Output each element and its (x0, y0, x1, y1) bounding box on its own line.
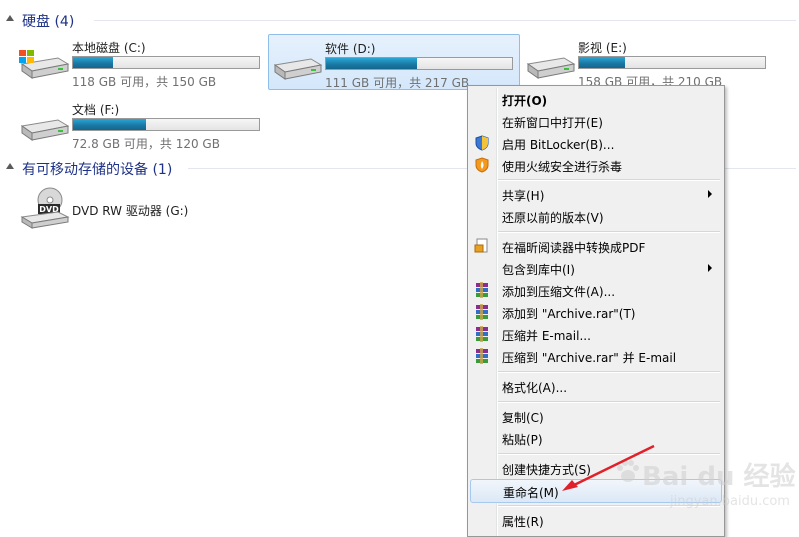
menu-item-open[interactable]: 打开(O) (470, 88, 720, 110)
collapse-triangle-icon[interactable] (6, 15, 14, 21)
watermark-url: jingyan.baidu.com (670, 494, 790, 509)
hard-drive-icon (273, 58, 323, 80)
drive-name: 影视 (E:) (578, 41, 627, 55)
menu-item-open-new-window[interactable]: 在新窗口中打开(E) (470, 110, 720, 132)
drive-f[interactable]: 文档 (F:) 72.8 GB 可用，共 120 GB (16, 96, 266, 151)
menu-item-label: 启用 BitLocker(B)... (502, 138, 615, 152)
group-title: 硬盘 (4) (22, 14, 75, 30)
menu-item-format[interactable]: 格式化(A)... (470, 375, 720, 397)
shield-icon (475, 135, 489, 151)
menu-item-compress-email[interactable]: 压缩并 E-mail... (470, 323, 720, 345)
group-title: 有可移动存储的设备 (1) (22, 162, 173, 178)
submenu-arrow-icon (708, 264, 712, 272)
menu-item-convert-pdf[interactable]: 在福昕阅读器中转换成PDF (470, 235, 720, 257)
menu-item-label: 压缩并 E-mail... (502, 329, 591, 343)
menu-item-label: 添加到压缩文件(A)... (502, 285, 616, 299)
menu-item-label: 还原以前的版本(V) (502, 211, 604, 225)
drive-g-dvd[interactable]: DVD DVD RW 驱动器 (G:) (16, 184, 266, 234)
menu-item-label: 复制(C) (502, 411, 544, 425)
winrar-icon (476, 282, 488, 298)
menu-item-copy[interactable]: 复制(C) (470, 405, 720, 427)
drive-space: 111 GB 可用，共 217 GB (325, 76, 470, 90)
menu-item-share[interactable]: 共享(H) (470, 183, 720, 205)
menu-separator (498, 179, 720, 181)
menu-item-include-library[interactable]: 包含到库中(I) (470, 257, 720, 279)
hard-drive-windows-icon (19, 50, 70, 79)
menu-separator (498, 371, 720, 373)
submenu-arrow-icon (708, 190, 712, 198)
menu-item-label: 在新窗口中打开(E) (502, 116, 603, 130)
drive-usage-fill (73, 57, 113, 68)
winrar-icon (476, 348, 488, 364)
winrar-icon (476, 304, 488, 320)
annotation-arrow-icon (562, 444, 655, 491)
drive-e[interactable]: 影视 (E:) 158 GB 可用，共 210 GB (522, 34, 772, 89)
hard-drive-icon (20, 119, 70, 141)
collapse-triangle-icon[interactable] (6, 163, 14, 169)
winrar-icon (476, 326, 488, 342)
drive-name: DVD RW 驱动器 (G:) (72, 204, 189, 218)
drive-usage-bar (578, 56, 766, 69)
drive-usage-fill (579, 57, 626, 68)
drive-usage-bar (72, 56, 260, 69)
menu-item-restore-versions[interactable]: 还原以前的版本(V) (470, 205, 720, 227)
pdf-icon (474, 238, 488, 253)
drive-c[interactable]: 本地磁盘 (C:) 118 GB 可用，共 150 GB (16, 34, 266, 89)
menu-item-label: 属性(R) (502, 515, 544, 529)
menu-item-add-archive[interactable]: 添加到压缩文件(A)... (470, 279, 720, 301)
huorong-icon (475, 157, 489, 173)
drive-name: 本地磁盘 (C:) (72, 41, 146, 55)
menu-item-label: 打开(O) (502, 94, 548, 108)
menu-item-label: 包含到库中(I) (502, 263, 575, 277)
menu-item-bitlocker[interactable]: 启用 BitLocker(B)... (470, 132, 720, 154)
drive-name: 软件 (D:) (325, 42, 376, 56)
menu-item-huorong-scan[interactable]: 使用火绒安全进行杀毒 (470, 154, 720, 176)
menu-item-label: 添加到 "Archive.rar"(T) (502, 307, 636, 321)
menu-item-label: 在福昕阅读器中转换成PDF (502, 241, 646, 255)
menu-item-label: 压缩到 "Archive.rar" 并 E-mail (502, 351, 677, 365)
menu-item-label: 共享(H) (502, 189, 545, 203)
drive-usage-bar (325, 57, 513, 70)
hard-disks-group-header[interactable]: 硬盘 (4) (6, 10, 796, 30)
menu-item-add-to-archive-rar[interactable]: 添加到 "Archive.rar"(T) (470, 301, 720, 323)
menu-separator (498, 401, 720, 403)
menu-separator (498, 231, 720, 233)
drive-usage-bar (72, 118, 260, 131)
group-divider (94, 20, 796, 21)
hard-drive-icon (526, 57, 576, 79)
drive-usage-fill (73, 119, 147, 130)
dvd-drive-icon: DVD (20, 187, 70, 229)
watermark-brand: Bai du 经验 (642, 462, 796, 492)
menu-item-label: 格式化(A)... (502, 381, 568, 395)
menu-item-compress-rar-email[interactable]: 压缩到 "Archive.rar" 并 E-mail (470, 345, 720, 367)
drive-d[interactable]: 软件 (D:) 111 GB 可用，共 217 GB (268, 34, 520, 90)
drive-space: 118 GB 可用，共 150 GB (72, 75, 217, 89)
drive-name: 文档 (F:) (72, 103, 120, 117)
menu-item-label: 使用火绒安全进行杀毒 (502, 160, 623, 174)
menu-item-label: 粘贴(P) (502, 433, 543, 447)
drive-usage-fill (326, 58, 417, 69)
drive-space: 72.8 GB 可用，共 120 GB (72, 137, 220, 151)
